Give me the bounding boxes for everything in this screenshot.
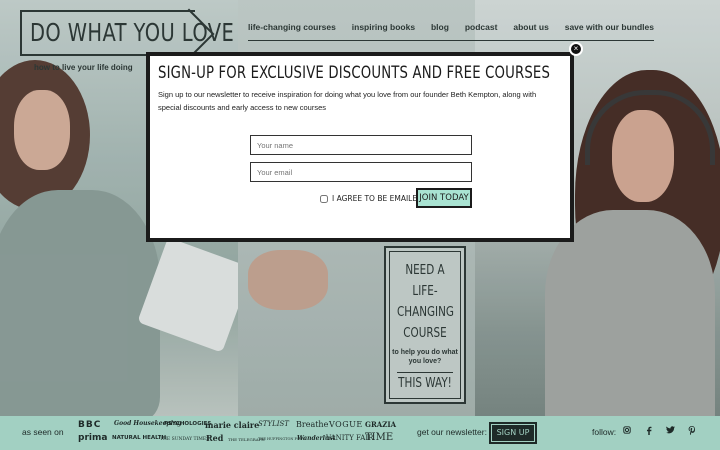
press-logo-red: Red xyxy=(206,433,224,443)
newsletter-signup-button[interactable]: SIGN UP xyxy=(489,422,537,444)
press-logos: BBC Good Housekeeping PSYCHOLOGIES marie… xyxy=(78,420,398,448)
instagram-icon[interactable] xyxy=(622,426,632,436)
press-logo-sunday-times: THE SUNDAY TIMES xyxy=(160,437,210,442)
follow-label: follow: xyxy=(592,427,617,437)
press-logo-stylist: STYLIST xyxy=(258,420,289,428)
press-logo-time: TIME xyxy=(365,432,394,443)
agree-checkbox[interactable] xyxy=(320,194,328,203)
close-icon[interactable]: × xyxy=(569,42,583,56)
press-logo-bbc: BBC xyxy=(78,420,102,430)
press-logo-marie-claire: marie claire xyxy=(205,420,260,430)
modal-description: Sign up to our newsletter to receive ins… xyxy=(158,90,537,112)
page: DO WHAT YOU LOVE how to live your life d… xyxy=(0,0,720,450)
press-logo-grazia: GRAZIA xyxy=(365,420,397,429)
press-logo-natural-health: NATURAL HEALTH xyxy=(112,435,167,441)
pinterest-icon[interactable] xyxy=(687,426,697,437)
facebook-icon[interactable] xyxy=(644,426,654,437)
twitter-icon[interactable] xyxy=(665,426,675,436)
join-today-button[interactable]: JOIN TODAY xyxy=(416,188,472,208)
agree-checkbox-label[interactable]: I agree to be emailed xyxy=(320,194,423,203)
press-logo-prima: prima xyxy=(78,433,108,443)
footer: as seen on BBC Good Housekeeping PSYCHOL… xyxy=(0,416,720,450)
as-seen-on-label: as seen on xyxy=(22,427,64,437)
modal-title: SIGN-UP FOR EXCLUSIVE DISCOUNTS AND FREE… xyxy=(158,63,551,83)
name-input[interactable] xyxy=(250,135,472,155)
agree-label-text: I agree to be emailed xyxy=(332,194,423,203)
press-logo-vogue: VOGUE xyxy=(329,420,363,429)
newsletter-label: get our newsletter: xyxy=(417,427,487,437)
email-input[interactable] xyxy=(250,162,472,182)
press-logo-breathe: Breathe xyxy=(296,420,329,429)
signup-modal: SIGN-UP FOR EXCLUSIVE DISCOUNTS AND FREE… xyxy=(146,52,574,242)
